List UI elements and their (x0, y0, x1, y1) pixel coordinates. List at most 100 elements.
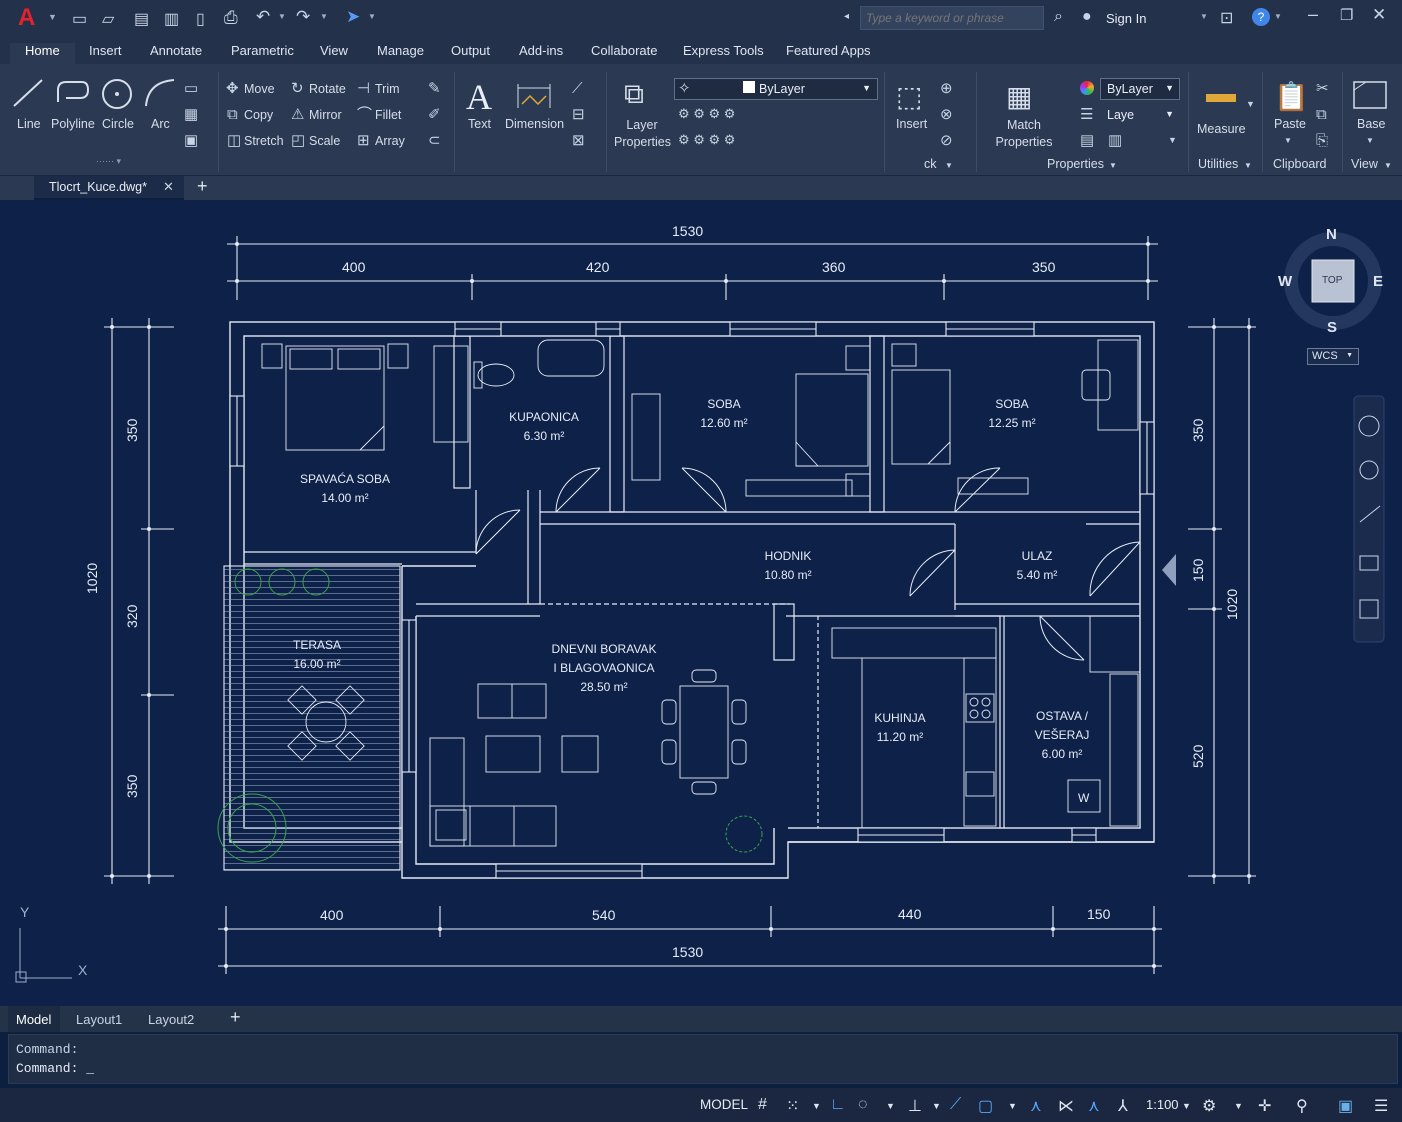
polar-icon[interactable]: ◌ (858, 1096, 868, 1114)
clipboard-panel-title[interactable]: Clipboard (1273, 157, 1327, 171)
user-icon[interactable]: ● (1082, 8, 1092, 26)
paste-button[interactable]: Paste (1274, 117, 1306, 131)
copy-clip-icon[interactable]: ⧉ (1316, 107, 1327, 122)
snap-icon[interactable]: ⁙ (786, 1096, 799, 1116)
measure-icon[interactable] (1206, 94, 1236, 102)
grid-icon[interactable]: # (758, 1096, 767, 1114)
tab-parametric[interactable]: Parametric (231, 43, 294, 58)
arc-icon[interactable] (144, 78, 176, 108)
block-panel-title[interactable]: ck (924, 157, 937, 171)
chevron-down-icon[interactable]: ▼ (1384, 161, 1392, 170)
polyline-button[interactable]: Polyline (51, 117, 95, 131)
object-snap-tracking-icon[interactable]: ⟋ (950, 1096, 961, 1114)
tab-add-ins[interactable]: Add-ins (519, 43, 563, 58)
search-box[interactable] (860, 6, 1044, 30)
scale-icon[interactable]: ◰ (291, 133, 305, 148)
fillet-icon[interactable]: ⌒ (357, 107, 372, 122)
viewcube-top-face[interactable]: TOP (1322, 275, 1342, 286)
chevron-down-icon[interactable]: ▼ (1008, 1101, 1017, 1111)
color-wheel-icon[interactable] (1080, 81, 1094, 95)
chevron-down-icon[interactable]: ▼ (1244, 161, 1252, 170)
lineweight-icon[interactable]: ☰ (1080, 107, 1093, 122)
share-icon[interactable]: ➤ (346, 7, 360, 27)
chevron-down-icon[interactable]: ▼ (886, 1101, 895, 1111)
ortho-icon[interactable]: ∟ (830, 1096, 846, 1114)
wcs-dropdown[interactable]: WCS ▼ (1307, 348, 1359, 365)
close-tab-icon[interactable]: ✕ (163, 179, 174, 195)
share-chevron-icon[interactable]: ▼ (368, 12, 376, 21)
isolate-objects-icon[interactable]: ⚲ (1296, 1096, 1308, 1116)
app-logo[interactable]: A (18, 4, 35, 32)
tab-collaborate[interactable]: Collaborate (591, 43, 658, 58)
redo-icon[interactable]: ↷ (296, 7, 310, 27)
compass-east[interactable]: E (1373, 273, 1383, 290)
undo-icon[interactable]: ↶ (256, 7, 270, 27)
layer-tool-icon[interactable]: ⚙ ⚙ ⚙ ⚙ (678, 133, 735, 146)
properties-panel-title[interactable]: Properties (1047, 157, 1104, 171)
linetype-icon[interactable]: ▤ (1080, 133, 1094, 148)
customization-menu-icon[interactable]: ☰ (1374, 1096, 1388, 1116)
new-tab-plus-icon[interactable]: + (197, 176, 208, 197)
open-web-icon[interactable]: ▯ (196, 9, 205, 29)
utilities-panel-title[interactable]: Utilities (1198, 157, 1238, 171)
erase-icon[interactable]: ✎ (428, 81, 441, 96)
scale-button[interactable]: Scale (309, 134, 340, 148)
cut-icon[interactable]: ✂ (1316, 81, 1329, 96)
isodraft-icon[interactable]: ⊥ (908, 1096, 922, 1116)
trim-button[interactable]: Trim (375, 82, 400, 96)
save-icon[interactable]: ▤ (134, 9, 149, 29)
maximize-icon[interactable]: ❐ (1340, 6, 1353, 24)
help-chevron-icon[interactable]: ▼ (1274, 12, 1282, 21)
chevron-down-icon[interactable]: ▼ (1284, 136, 1292, 145)
layer-properties-icon[interactable]: ⧉ (624, 78, 644, 111)
dimension-icon[interactable] (516, 80, 552, 110)
circle-button[interactable]: Circle (102, 117, 134, 131)
command-input[interactable]: Command: _ (16, 1061, 94, 1076)
insert-block-icon[interactable]: ⬚ (896, 80, 922, 113)
tab-model[interactable]: Model (16, 1012, 51, 1027)
table-icon[interactable]: ⊟ (572, 107, 585, 122)
tab-insert[interactable]: Insert (89, 43, 122, 58)
line-icon[interactable] (12, 78, 44, 108)
circle-icon[interactable] (101, 78, 135, 110)
match-properties-button[interactable]: Match Properties (994, 117, 1054, 151)
color-dropdown[interactable]: ByLayer ▼ (1100, 78, 1180, 100)
redo-chevron-icon[interactable]: ▼ (320, 12, 328, 21)
compass-south[interactable]: S (1327, 319, 1337, 336)
rotate-button[interactable]: Rotate (309, 82, 346, 96)
undo-chevron-icon[interactable]: ▼ (278, 12, 286, 21)
match-clip-icon[interactable]: ⎘ (1316, 133, 1328, 148)
compass-west[interactable]: W (1278, 273, 1292, 290)
layer-on-icon[interactable]: ✧ (678, 81, 691, 96)
layer-tool-icon[interactable]: ⚙ ⚙ ⚙ ⚙ (678, 107, 735, 120)
plot-icon[interactable]: ⎙ (224, 8, 238, 28)
tab-layout1[interactable]: Layout1 (76, 1012, 122, 1027)
create-block-icon[interactable]: ⊕ (940, 81, 953, 96)
new-file-icon[interactable]: ▭ (72, 9, 87, 29)
text-button[interactable]: Text (468, 117, 491, 131)
sign-in-link[interactable]: Sign In (1106, 11, 1146, 26)
hardware-acceleration-icon[interactable]: ▣ (1338, 1096, 1353, 1116)
drawing-canvas[interactable]: 1530 400 420 360 350 400 540 440 150 153… (0, 200, 1402, 1006)
help-icon[interactable]: ? (1252, 8, 1270, 26)
chevron-down-icon[interactable]: ▼ (1109, 161, 1117, 170)
mirror-button[interactable]: Mirror (309, 108, 342, 122)
edit-block-icon[interactable]: ⊗ (940, 107, 953, 122)
tab-featured-apps[interactable]: Featured Apps (786, 43, 871, 58)
array-icon[interactable]: ⊞ (357, 133, 370, 148)
hatch-icon[interactable]: ▦ (184, 107, 198, 122)
move-button[interactable]: Move (244, 82, 275, 96)
sign-in-chevron-icon[interactable]: ▼ (1200, 12, 1208, 21)
tab-view[interactable]: View (320, 43, 348, 58)
navigation-bar[interactable] (1353, 395, 1385, 643)
stretch-icon[interactable]: ◫ (227, 133, 241, 148)
save-as-icon[interactable]: ▥ (164, 9, 179, 29)
add-layout-plus-icon[interactable]: + (230, 1007, 241, 1028)
search-input[interactable] (861, 7, 1043, 29)
annotation-scale-value[interactable]: 1:100 (1146, 1097, 1179, 1112)
annotation-scale-icon[interactable]: ⋏ (1088, 1096, 1100, 1116)
fillet-button[interactable]: Fillet (375, 108, 401, 122)
polyline-icon[interactable] (56, 78, 90, 108)
offset-icon[interactable]: ⊂ (428, 133, 441, 148)
draw-panel-expand[interactable]: ······ ▾ (96, 156, 121, 167)
